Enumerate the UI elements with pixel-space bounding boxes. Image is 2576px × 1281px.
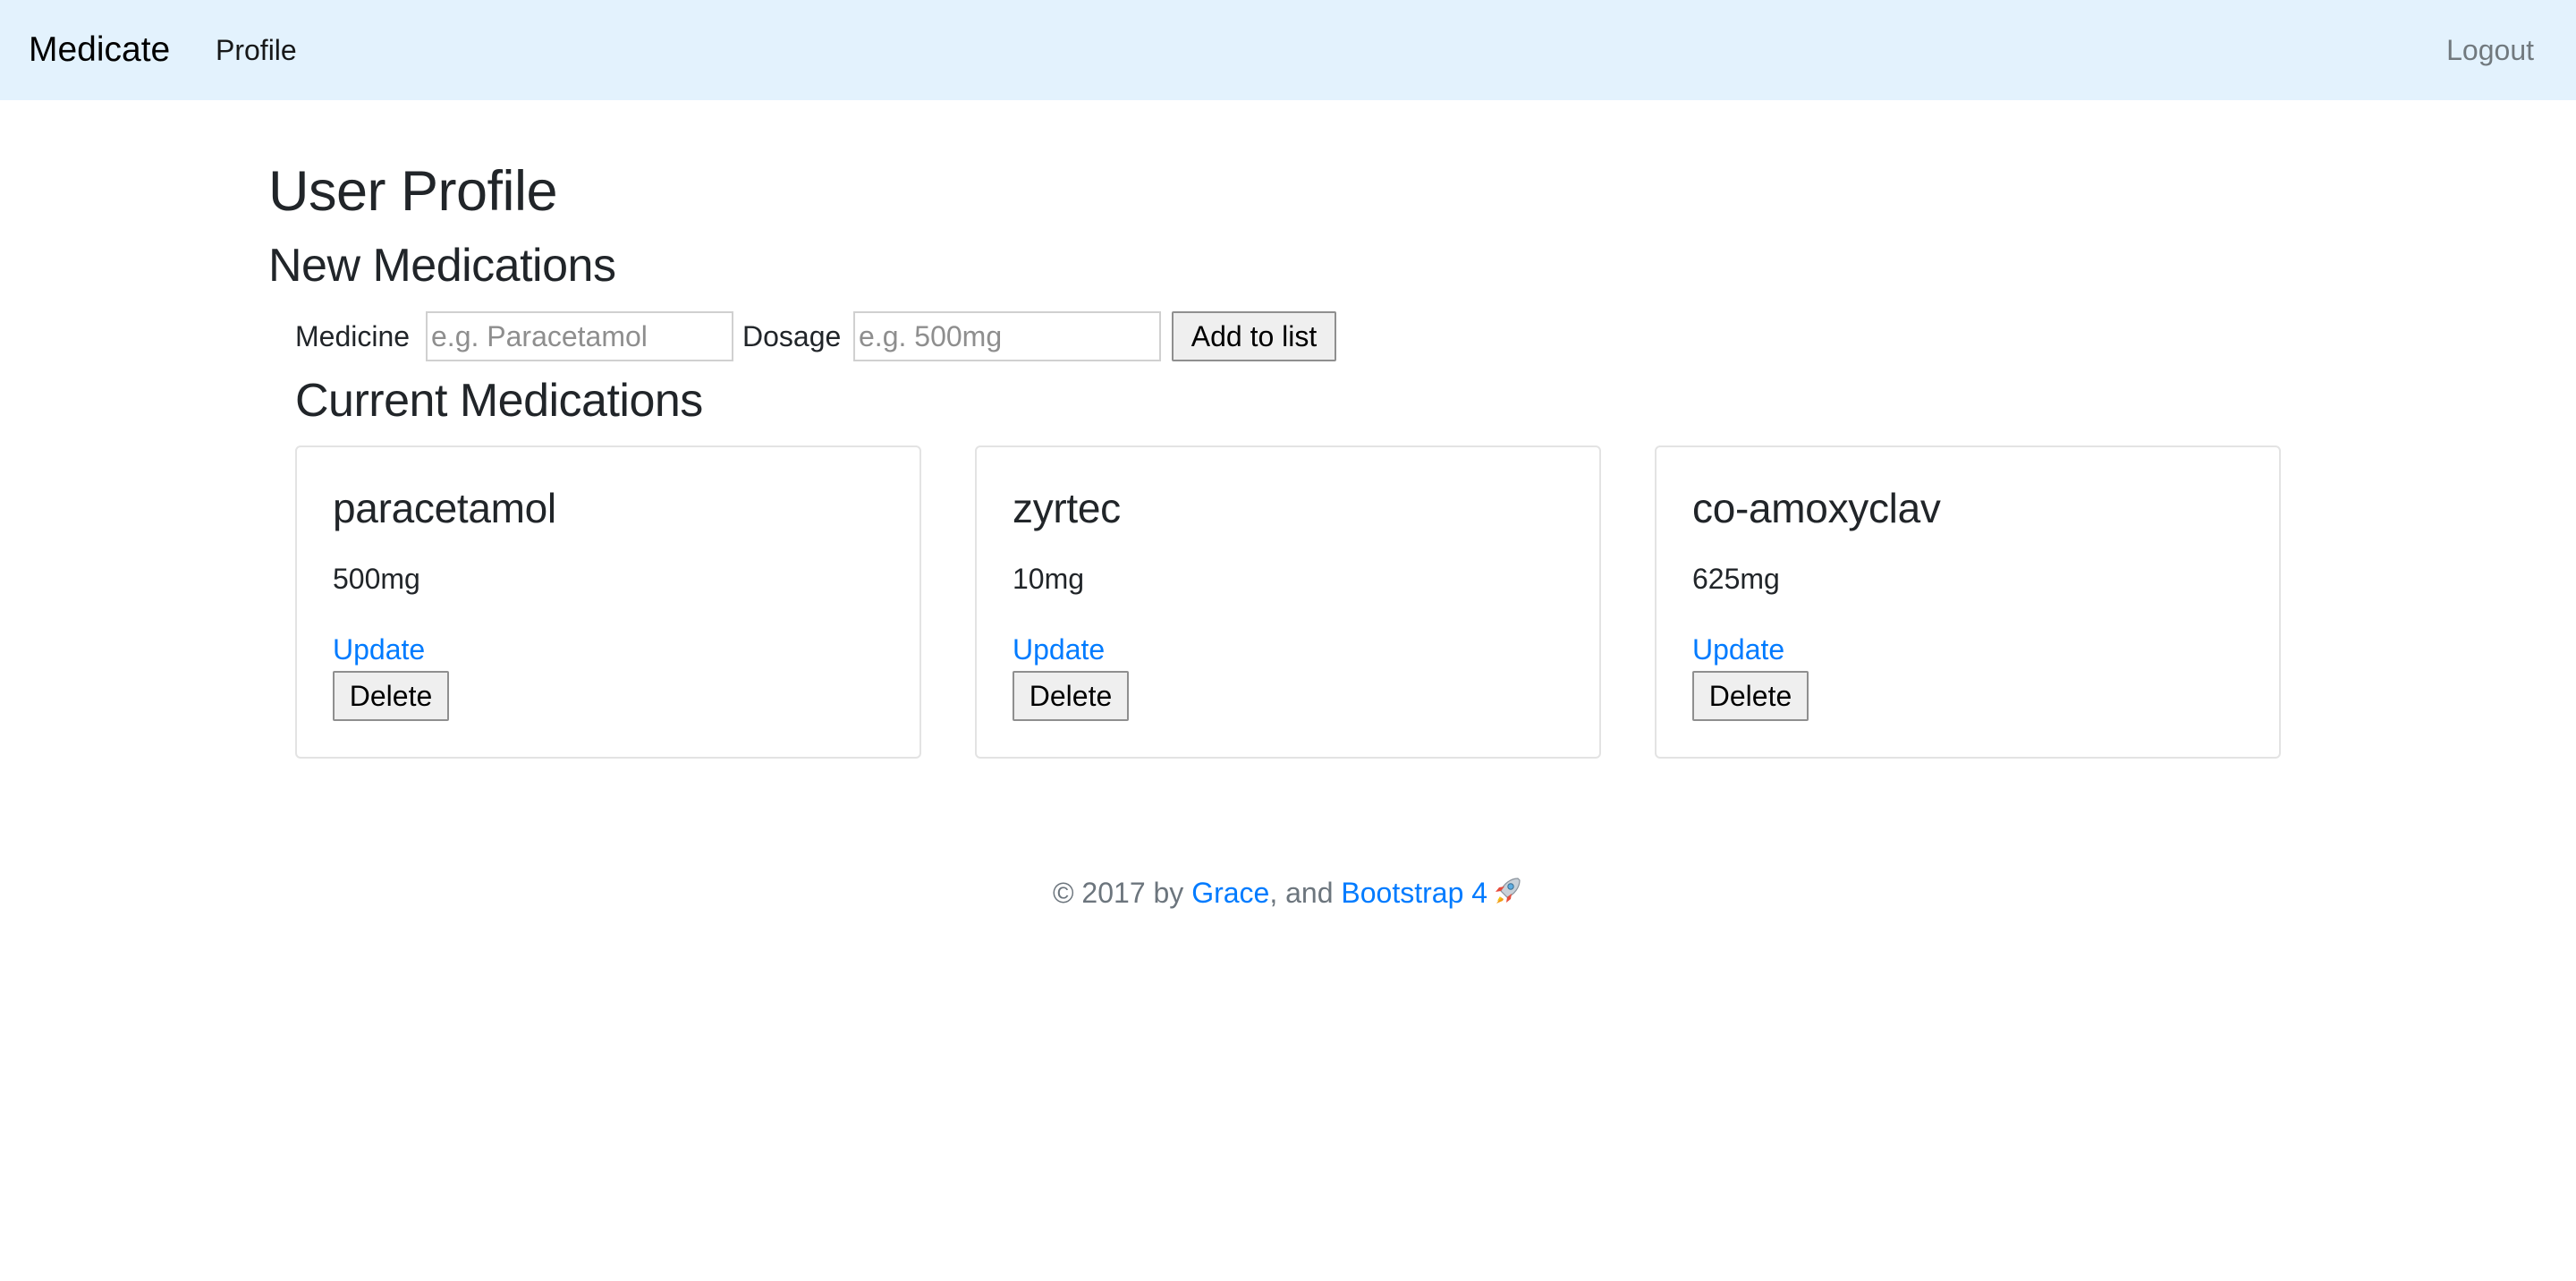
dosage-label: Dosage xyxy=(742,320,842,352)
medication-card: co-amoxyclav 625mg Update Delete xyxy=(1655,445,2281,759)
footer-middle: , and xyxy=(1269,877,1342,909)
medicine-label: Medicine xyxy=(295,320,411,352)
footer: © 2017 by Grace, and Bootstrap 4 xyxy=(0,871,2576,914)
current-medications-heading: Current Medications xyxy=(295,375,703,427)
medication-name: co-amoxyclav xyxy=(1692,485,1941,531)
medication-name: zyrtec xyxy=(1013,485,1121,531)
medication-dosage: 500mg xyxy=(333,563,420,595)
medication-card: paracetamol 500mg Update Delete xyxy=(295,445,921,759)
add-to-list-button[interactable]: Add to list xyxy=(1172,311,1336,361)
medication-card: zyrtec 10mg Update Delete xyxy=(975,445,1601,759)
footer-prefix: © 2017 by xyxy=(1052,877,1192,909)
dosage-input[interactable] xyxy=(853,311,1161,361)
rocket-icon xyxy=(1491,875,1523,907)
nav-link-profile[interactable]: Profile xyxy=(216,30,297,71)
update-link[interactable]: Update xyxy=(1013,629,1105,670)
navbar: Medicate Profile Logout xyxy=(0,0,2576,100)
footer-author-link[interactable]: Grace xyxy=(1191,877,1269,909)
page-title: User Profile xyxy=(268,160,558,223)
medication-dosage: 10mg xyxy=(1013,563,1085,595)
update-link[interactable]: Update xyxy=(333,629,425,670)
brand-link[interactable]: Medicate xyxy=(29,27,170,73)
medication-name: paracetamol xyxy=(333,485,556,531)
nav-link-logout[interactable]: Logout xyxy=(2446,30,2534,71)
delete-button[interactable]: Delete xyxy=(1013,671,1129,721)
footer-bootstrap-link[interactable]: Bootstrap 4 xyxy=(1341,877,1487,909)
delete-button[interactable]: Delete xyxy=(1692,671,1809,721)
update-link[interactable]: Update xyxy=(1692,629,1784,670)
delete-button[interactable]: Delete xyxy=(333,671,449,721)
medicine-input[interactable] xyxy=(426,311,733,361)
new-medications-heading: New Medications xyxy=(268,240,616,292)
medication-dosage: 625mg xyxy=(1692,563,1780,595)
